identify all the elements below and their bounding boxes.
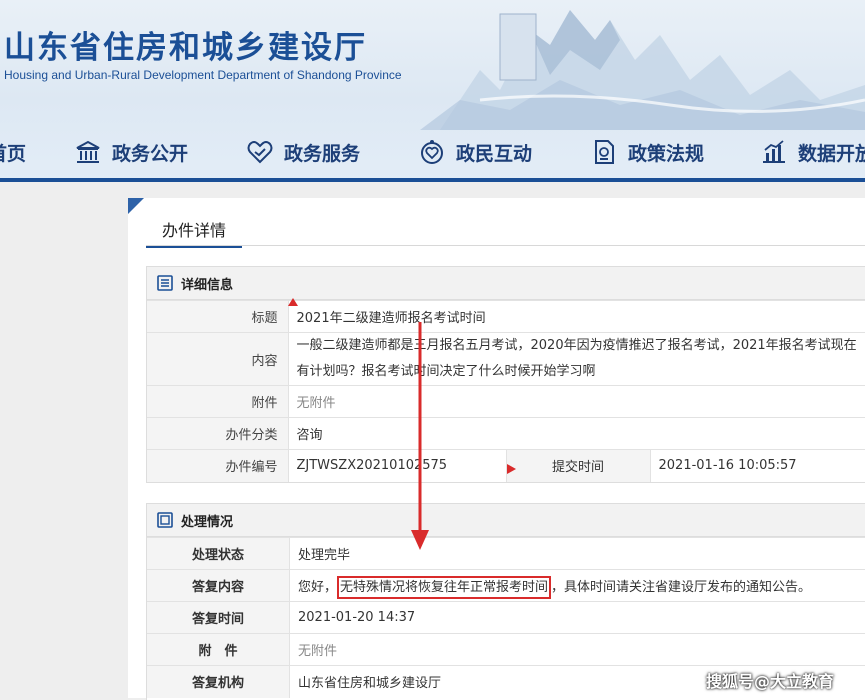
main-nav: 首页 政务公开 政务服务 — [0, 126, 865, 178]
site-header: 山东省住房和城乡建设厅 Housing and Urban-Rural Deve… — [0, 0, 865, 182]
reply-time-value: 2021-01-20 14:37 — [290, 602, 865, 634]
detail-section-title: 详细信息 — [181, 274, 233, 293]
nav-label: 政民互动 — [456, 139, 532, 166]
handshake-heart-icon — [246, 138, 274, 166]
tab-divider — [146, 245, 865, 246]
nav-item-home[interactable]: 首页 — [0, 136, 26, 168]
attachment-value: 无附件 — [288, 386, 865, 418]
submit-time-value: 2021-01-16 10:05:57 — [650, 450, 865, 482]
title-value: 2021年二级建造师报名考试时间 — [288, 301, 865, 333]
interaction-icon — [418, 138, 446, 166]
reply-content-label: 答复内容 — [147, 570, 290, 602]
nav-label: 数据开放 — [798, 139, 865, 166]
handling-section-header: 处理情况 — [147, 504, 865, 537]
handling-section-title: 处理情况 — [181, 511, 233, 530]
content-value: 一般二级建造师都是三月报名五月考试，2020年因为疫情推迟了报名考试，2021年… — [288, 333, 865, 386]
reply-attachment-label: 附 件 — [147, 634, 290, 666]
category-value: 咨询 — [288, 418, 865, 450]
table-row: 内容 一般二级建造师都是三月报名五月考试，2020年因为疫情推迟了报名考试，20… — [147, 333, 865, 386]
detail-table: 标题 2021年二级建造师报名考试时间 内容 一般二级建造师都是三月报名五月考试… — [147, 300, 865, 482]
case-number-value: ZJTWSZX20210102575 — [288, 450, 506, 482]
table-row: 标题 2021年二级建造师报名考试时间 — [147, 301, 865, 333]
status-value: 处理完毕 — [290, 538, 865, 570]
status-label: 处理状态 — [147, 538, 290, 570]
title-label: 标题 — [147, 301, 288, 333]
table-row: 答复时间 2021-01-20 14:37 — [147, 602, 865, 634]
nav-item-public-interaction[interactable]: 政民互动 — [418, 136, 532, 168]
content-label: 内容 — [147, 333, 288, 386]
nav-item-government-affairs[interactable]: 政务公开 — [74, 136, 188, 168]
table-row: 答复内容 您好，无特殊情况将恢复往年正常报考时间，具体时间请关注省建设厅发布的通… — [147, 570, 865, 602]
reply-highlight: 无特殊情况将恢复往年正常报考时间 — [337, 576, 551, 599]
tab-case-details[interactable]: 办件详情 — [146, 218, 242, 248]
nav-item-government-services[interactable]: 政务服务 — [246, 136, 360, 168]
reply-content-value: 您好，无特殊情况将恢复往年正常报考时间，具体时间请关注省建设厅发布的通知公告。 — [290, 570, 865, 602]
watermark: 搜狐号@大立教育 — [706, 668, 834, 692]
government-building-icon — [74, 138, 102, 166]
chart-icon — [760, 138, 788, 166]
case-number-label: 办件编号 — [147, 450, 288, 482]
site-title: 山东省住房和城乡建设厅 — [4, 22, 367, 67]
table-row: 附件 无附件 — [147, 386, 865, 418]
mountain-illustration — [420, 0, 865, 130]
nav-item-policies[interactable]: 政策法规 — [590, 136, 704, 168]
table-row: 办件分类 咨询 — [147, 418, 865, 450]
detail-section: 详细信息 标题 2021年二级建造师报名考试时间 内容 一般二级建造师都是三月报… — [146, 266, 865, 483]
list-icon — [157, 275, 173, 291]
list-icon — [157, 512, 173, 528]
attachment-label: 附件 — [147, 386, 288, 418]
nav-label: 政务公开 — [112, 139, 188, 166]
table-row: 附 件 无附件 — [147, 634, 865, 666]
site-subtitle: Housing and Urban-Rural Development Depa… — [4, 68, 402, 82]
submit-time-label: 提交时间 — [506, 450, 650, 482]
reply-attachment-value: 无附件 — [290, 634, 865, 666]
nav-label: 政策法规 — [628, 139, 704, 166]
table-row: 处理状态 处理完毕 — [147, 538, 865, 570]
nav-divider — [0, 178, 865, 182]
reply-time-label: 答复时间 — [147, 602, 290, 634]
detail-section-header: 详细信息 — [147, 267, 865, 300]
nav-label: 首页 — [0, 139, 26, 166]
nav-item-open-data[interactable]: 数据开放 — [760, 136, 865, 168]
document-icon — [590, 138, 618, 166]
category-label: 办件分类 — [147, 418, 288, 450]
reply-org-label: 答复机构 — [147, 666, 290, 698]
nav-label: 政务服务 — [284, 139, 360, 166]
reply-prefix: 您好， — [298, 580, 337, 595]
reply-suffix: ，具体时间请关注省建设厅发布的通知公告。 — [551, 580, 811, 595]
table-row: 办件编号 ZJTWSZX20210102575 提交时间 2021-01-16 … — [147, 450, 865, 482]
corner-marker — [128, 198, 144, 214]
